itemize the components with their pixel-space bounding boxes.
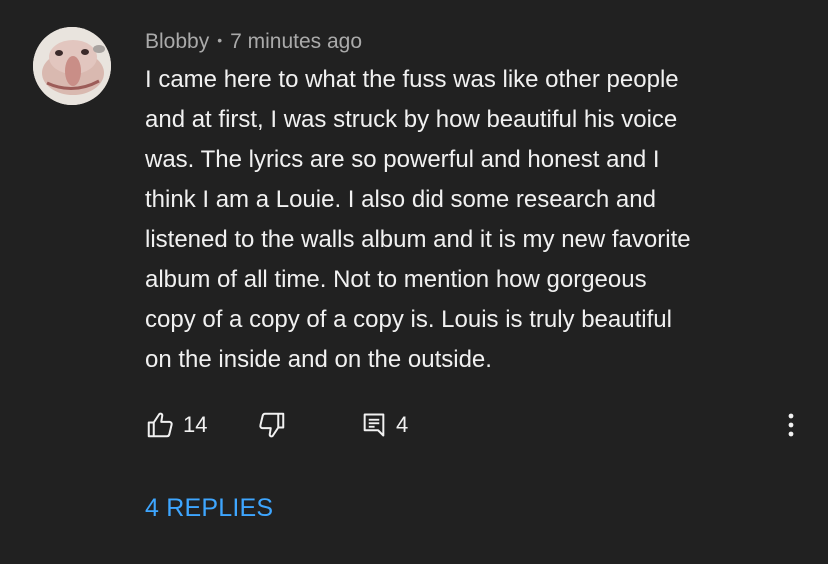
avatar[interactable] [33, 27, 111, 105]
comment-line: copy of a copy of a copy is. Louis is tr… [145, 306, 672, 333]
comment-line: listened to the walls album and it is my… [145, 226, 691, 253]
dislike-button[interactable] [257, 408, 287, 442]
comment-text: I came here to what the fuss was like ot… [145, 60, 805, 380]
comment-line: on the inside and on the outside. [145, 346, 492, 373]
thumbs-down-icon [259, 412, 285, 438]
more-vertical-icon [788, 413, 794, 437]
like-count: 14 [183, 412, 208, 437]
comment-line: think I am a Louie. I also did some rese… [145, 186, 656, 213]
comment-line: I came here to what the fuss was like ot… [145, 66, 679, 93]
comment-header: Blobby • 7 minutes ago [145, 29, 362, 56]
separator-dot: • [217, 32, 223, 48]
comment-thread: Blobby • 7 minutes ago I came here to what… [0, 0, 828, 564]
more-actions-button[interactable] [778, 410, 804, 440]
view-replies-button[interactable]: 4 REPLIES [145, 494, 273, 523]
timestamp[interactable]: 7 minutes ago [230, 30, 362, 53]
like-button[interactable]: 14 [145, 408, 207, 442]
reply-count: 4 [396, 412, 409, 437]
author-name[interactable]: Blobby [145, 30, 209, 53]
reply-button[interactable]: 4 [360, 408, 408, 442]
avatar-image [33, 27, 111, 105]
comment-line: was. The lyrics are so powerful and hone… [145, 146, 660, 173]
thumbs-up-icon [147, 412, 173, 438]
comment-line: and at first, I was struck by how beauti… [145, 106, 678, 133]
comment-line: album of all time. Not to mention how go… [145, 266, 647, 293]
comment-icon [363, 413, 385, 437]
